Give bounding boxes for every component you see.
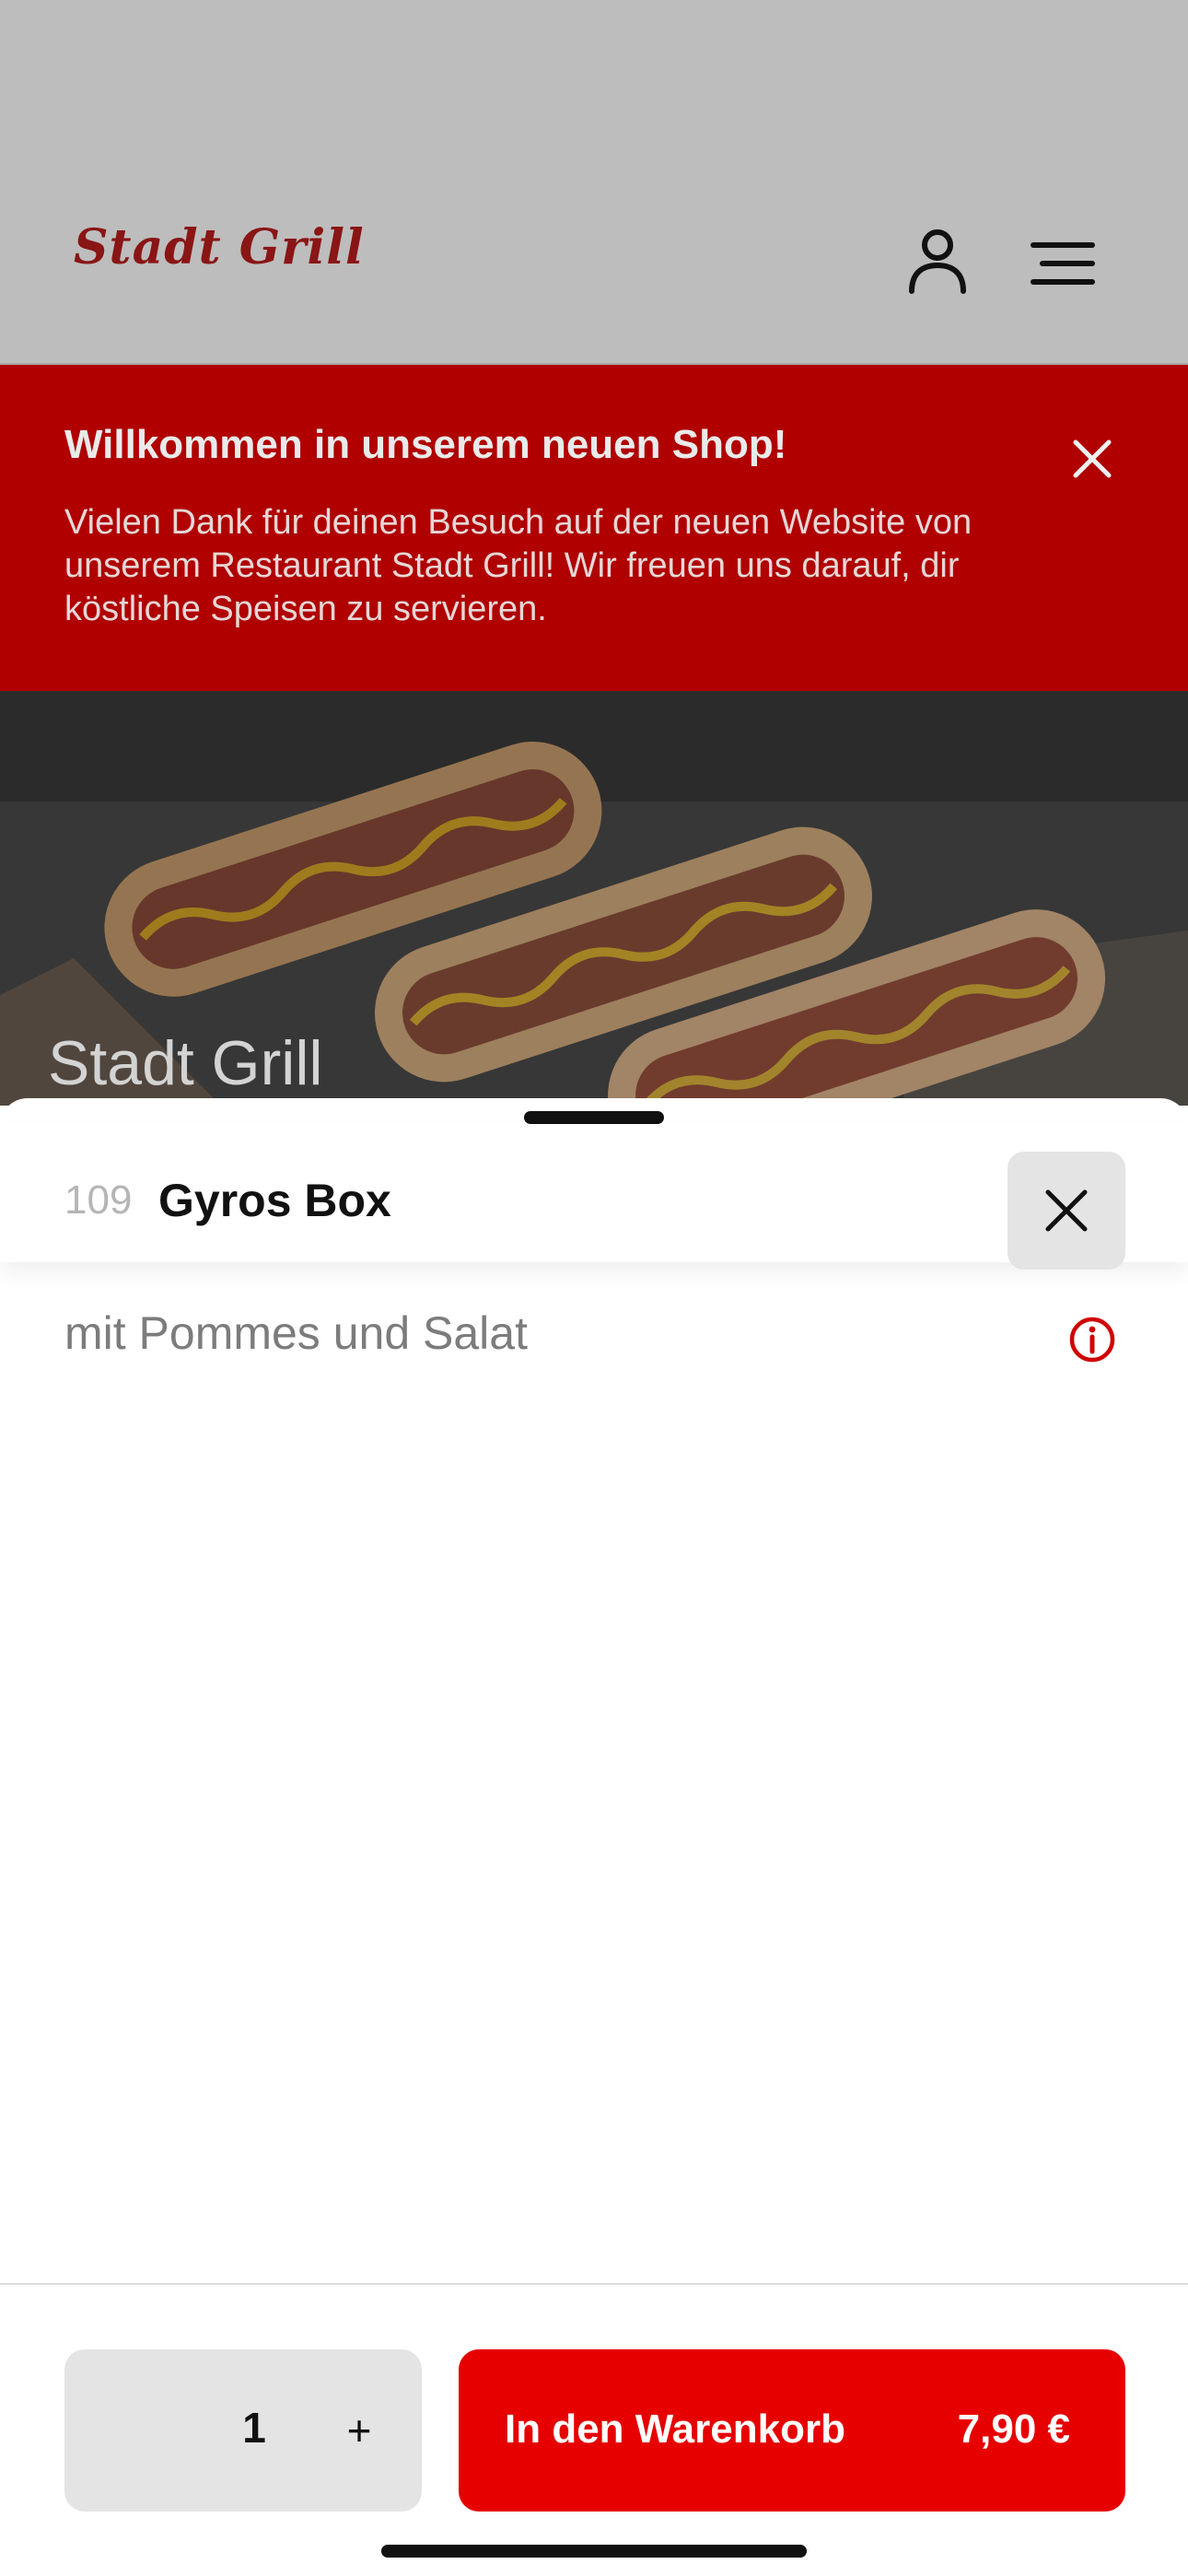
info-icon[interactable] (1068, 1316, 1116, 1364)
drag-handle[interactable] (524, 1111, 664, 1124)
close-icon (1045, 1189, 1088, 1232)
site-header: Stadt Grill (0, 0, 1188, 365)
item-name: Gyros Box (158, 1175, 391, 1226)
hero-image: Stadt Grill (0, 691, 1188, 1106)
item-description: mit Pommes und Salat (64, 1307, 528, 1359)
quantity-stepper: 1 + (64, 2349, 422, 2512)
increase-quantity-button[interactable]: + (332, 2394, 387, 2467)
quantity-value: 1 (242, 2404, 266, 2452)
close-icon[interactable] (1068, 435, 1116, 483)
hero-title: Stadt Grill (48, 1028, 323, 1098)
close-sheet-button[interactable] (1007, 1152, 1125, 1270)
hamburger-menu-icon[interactable] (1030, 236, 1096, 291)
banner-title: Willkommen in unserem neuen Shop! (64, 422, 787, 467)
user-icon[interactable] (901, 225, 974, 299)
logo[interactable]: Stadt Grill (74, 219, 365, 275)
cart-button-price: 7,90 € (957, 2406, 1070, 2452)
item-number: 109 (64, 1177, 133, 1223)
welcome-banner: Willkommen in unserem neuen Shop! Vielen… (0, 365, 1188, 691)
banner-text: Vielen Dank für deinen Besuch auf der ne… (64, 503, 973, 628)
home-indicator (381, 2545, 807, 2558)
add-to-cart-button[interactable]: In den Warenkorb 7,90 € (459, 2349, 1125, 2512)
footer-divider (0, 2283, 1188, 2285)
cart-button-label: In den Warenkorb (505, 2406, 845, 2452)
sheet-header: 109 Gyros Box (0, 1124, 1188, 1270)
